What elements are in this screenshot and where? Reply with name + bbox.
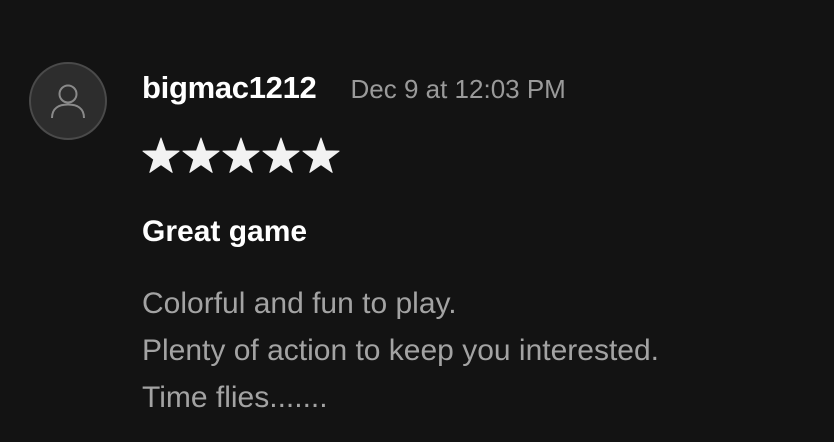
review-card: bigmac1212 Dec 9 at 12:03 PM Great game … [0,0,834,442]
review-body: Colorful and fun to play. Plenty of acti… [142,280,659,421]
review-body-line: Colorful and fun to play. [142,287,457,320]
star-rating [141,136,341,176]
user-icon [51,84,85,119]
review-body-line: Plenty of action to keep you interested. [142,334,659,367]
star-filled-icon [222,137,260,173]
star-filled-icon [182,137,220,173]
star-filled-icon [142,137,180,173]
review-header: bigmac1212 Dec 9 at 12:03 PM [142,70,566,106]
review-body-line: Time flies....... [142,381,328,414]
review-title: Great game [142,215,308,248]
username[interactable]: bigmac1212 [142,70,317,106]
timestamp: Dec 9 at 12:03 PM [350,74,566,104]
star-filled-icon [262,137,300,173]
star-filled-icon [302,137,340,173]
avatar[interactable] [29,62,107,140]
